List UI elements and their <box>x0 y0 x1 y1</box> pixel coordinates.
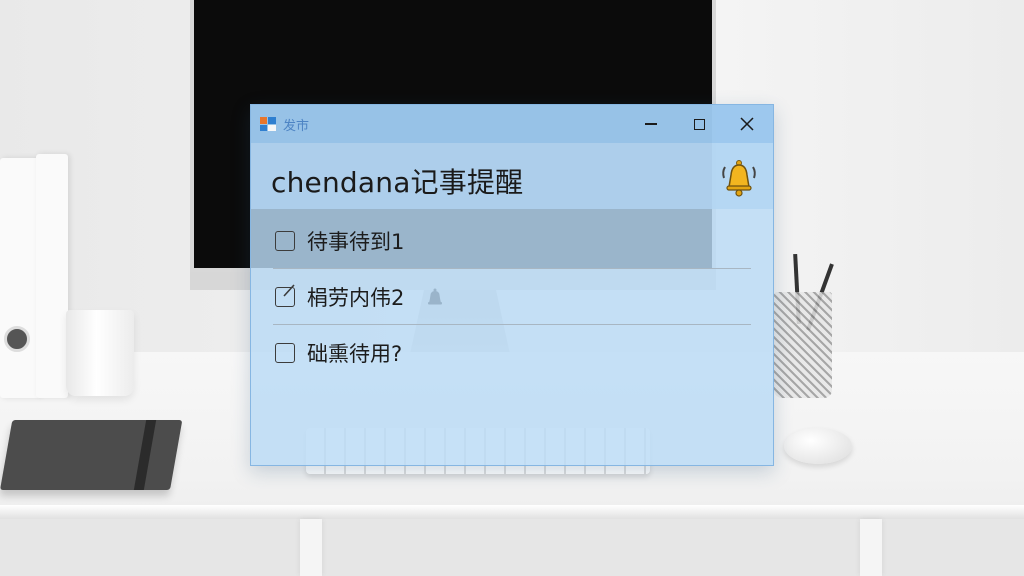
app-icon <box>259 115 277 133</box>
todo-list: 待事待到1 梋劳内伟2 础熏待用? <box>273 213 751 380</box>
window-title: 发市 <box>283 119 310 134</box>
notebook <box>0 420 183 490</box>
todo-item-text: 础熏待用? <box>307 341 403 366</box>
pen-holder <box>774 292 832 398</box>
desk-leg <box>860 519 882 576</box>
page-title: chendana记事提醒 <box>271 166 524 199</box>
desk-edge <box>0 505 1024 519</box>
mug <box>66 310 134 396</box>
todo-item-text: 梋劳内伟2 <box>307 285 405 310</box>
checkbox-edit-icon[interactable] <box>275 283 295 307</box>
todo-item[interactable]: 础熏待用? <box>273 325 751 380</box>
minimize-button[interactable] <box>629 109 673 139</box>
desk-leg <box>300 519 322 576</box>
todo-item[interactable]: 梋劳内伟2 <box>273 269 751 325</box>
checkbox-icon[interactable] <box>275 342 295 363</box>
app-window: 发市 chendana记事提醒 待事待到1 梋劳内伟2 础熏待用? <box>250 104 774 466</box>
app-header: chendana记事提醒 <box>251 143 773 209</box>
maximize-button[interactable] <box>677 109 721 139</box>
minimize-icon <box>645 123 657 125</box>
reminder-bell-button[interactable] <box>717 155 761 199</box>
todo-item[interactable]: 待事待到1 <box>273 213 751 269</box>
title-bar[interactable]: 发市 <box>251 105 773 143</box>
mouse <box>784 428 852 464</box>
bell-icon <box>424 286 446 308</box>
checkbox-icon[interactable] <box>275 230 295 251</box>
close-button[interactable] <box>725 109 769 139</box>
todo-item-text: 待事待到1 <box>307 229 405 254</box>
close-icon <box>740 117 754 131</box>
binder <box>0 158 40 398</box>
maximize-icon <box>693 118 705 130</box>
binder-ring <box>4 326 30 352</box>
binder <box>36 154 68 398</box>
bell-icon <box>722 160 756 197</box>
